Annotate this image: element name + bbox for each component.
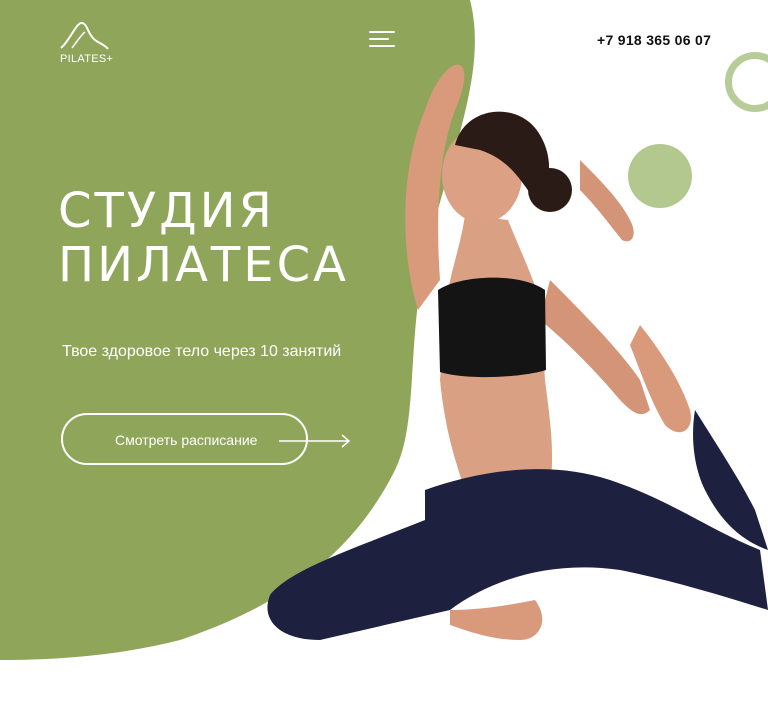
title-line-1: СТУДИЯ — [58, 183, 275, 239]
hamburger-icon-line-3 — [369, 45, 395, 47]
view-schedule-button[interactable]: Смотреть расписание — [61, 413, 351, 465]
page-title: СТУДИЯ ПИЛАТЕСА — [58, 184, 349, 292]
view-schedule-label: Смотреть расписание — [115, 432, 258, 448]
hamburger-icon-line-2 — [369, 38, 389, 40]
logo[interactable]: PILATES+ — [58, 20, 118, 68]
phone-number[interactable]: +7 918 365 06 07 — [597, 32, 711, 48]
hero-subtitle: Твое здоровое тело через 10 занятий — [62, 343, 342, 360]
title-line-2: ПИЛАТЕСА — [58, 237, 349, 293]
menu-button[interactable] — [369, 28, 397, 50]
mountain-logo-icon — [60, 21, 109, 50]
hamburger-icon-line-1 — [369, 31, 395, 33]
arrow-right-icon — [279, 434, 351, 448]
logo-text: PILATES+ — [60, 53, 114, 65]
